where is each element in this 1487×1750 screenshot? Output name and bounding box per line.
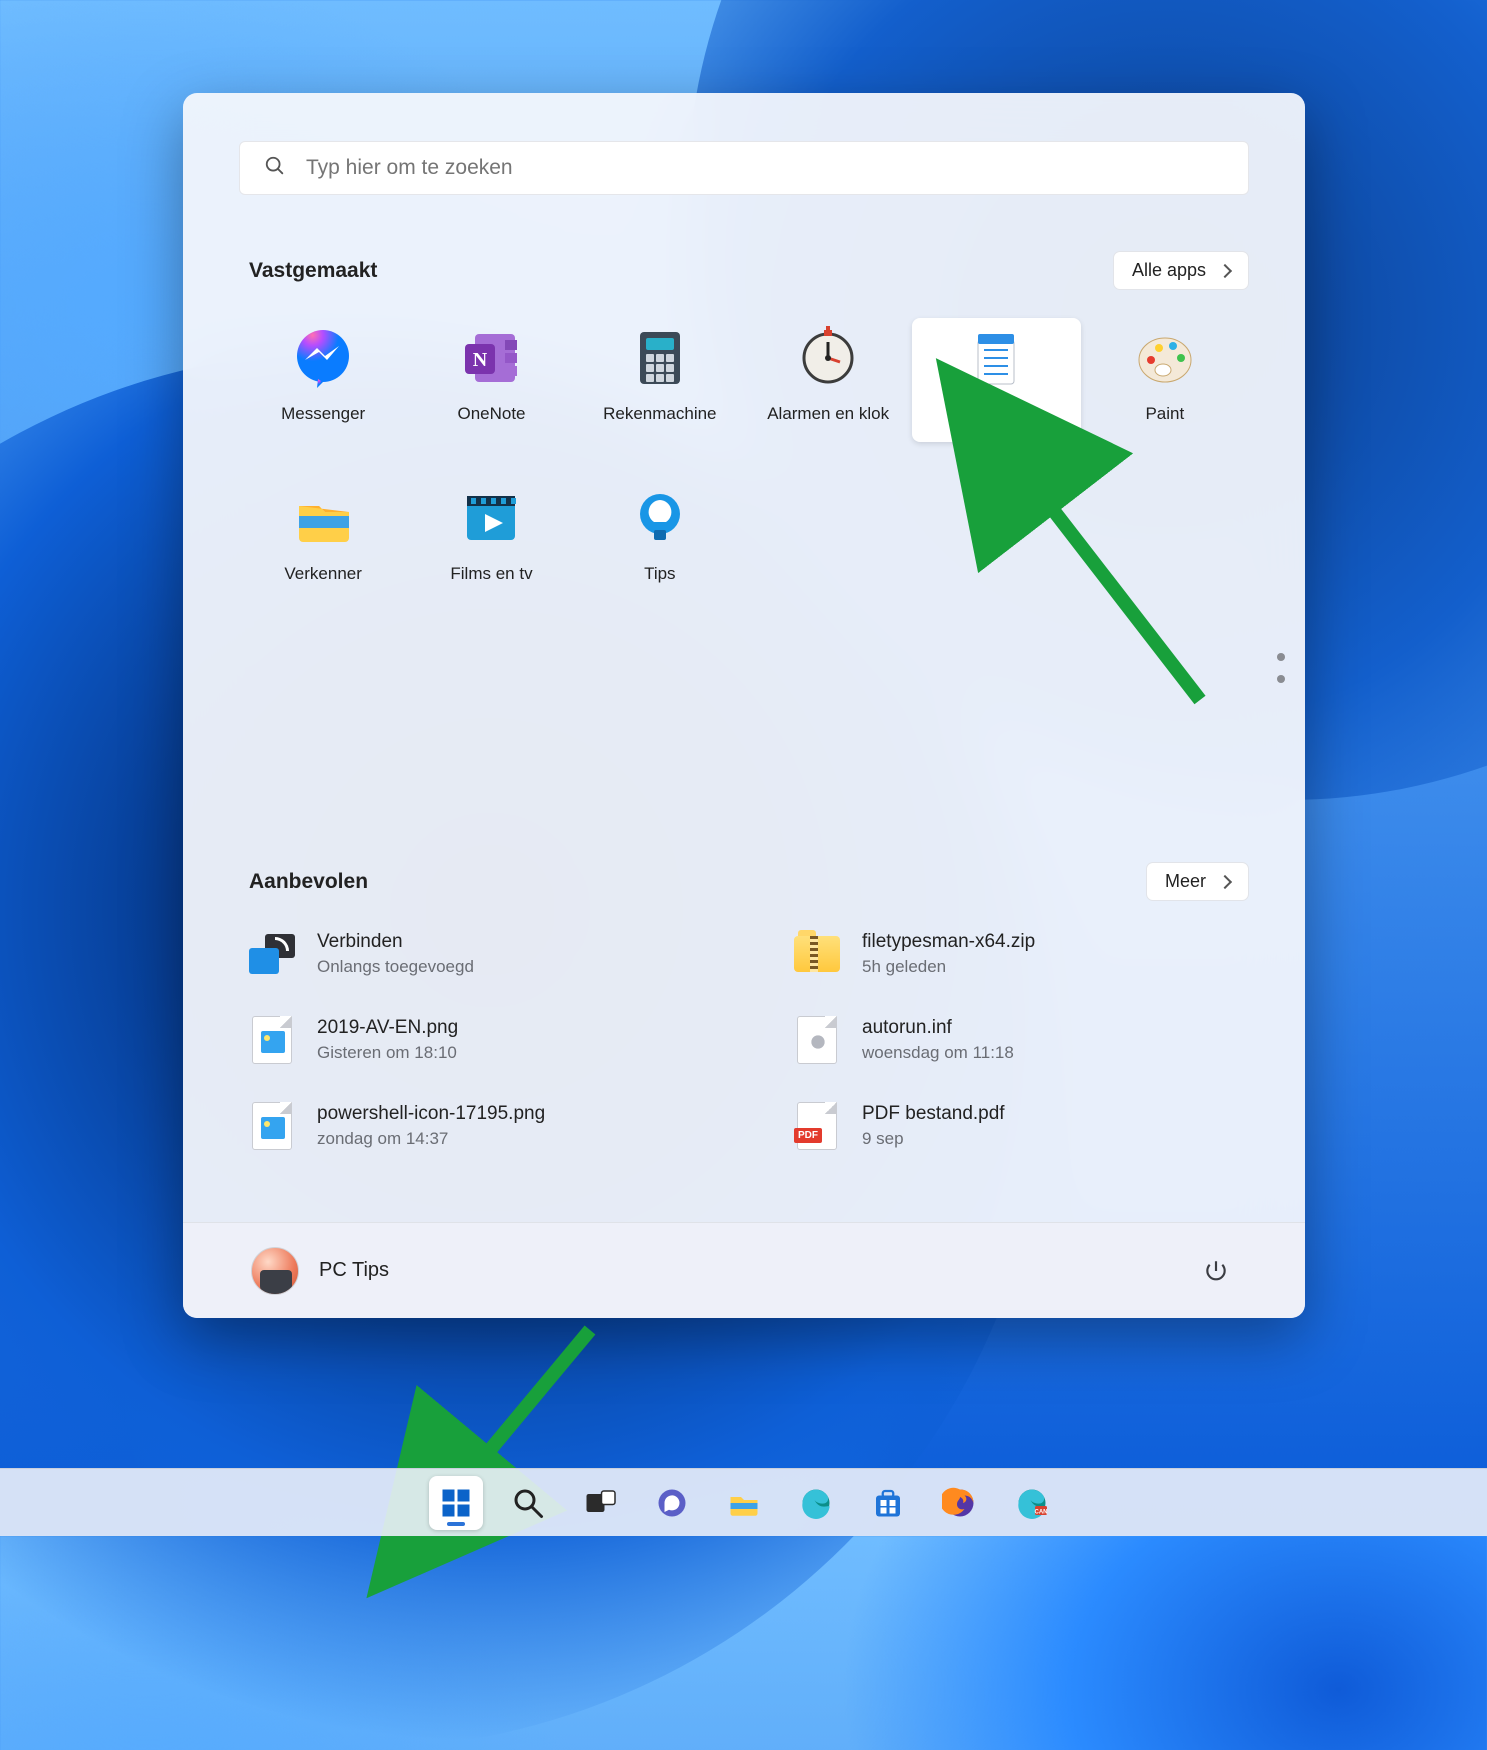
recommended-item-subtitle: Onlangs toegevoegd (317, 957, 474, 977)
recommended-item[interactable]: powershell-icon-17195.png zondag om 14:3… (249, 1103, 704, 1149)
tips-icon (628, 486, 692, 550)
taskview-button[interactable] (573, 1476, 627, 1530)
pinned-grid: Messenger N OneNote Rekenmachine Alarmen … (239, 318, 1249, 602)
search-box[interactable] (239, 141, 1249, 195)
pinned-app-label: Verkenner (284, 564, 362, 584)
chevron-right-icon (1218, 874, 1232, 888)
recommended-item-title: Verbinden (317, 931, 474, 953)
image-icon (249, 1103, 295, 1149)
chat-button[interactable] (645, 1476, 699, 1530)
calculator-icon (628, 326, 692, 390)
more-button[interactable]: Meer (1146, 862, 1249, 901)
user-account-button[interactable]: PC Tips (251, 1247, 389, 1295)
recommended-item-title: powershell-icon-17195.png (317, 1103, 545, 1125)
recommended-item[interactable]: filetypesman-x64.zip 5h geleden (794, 931, 1249, 977)
pinned-app-films-en-tv[interactable]: Films en tv (407, 478, 575, 602)
gear-icon (794, 1017, 840, 1063)
pinned-app-label: OneNote (457, 404, 525, 424)
pinned-app-rekenmachine[interactable]: Rekenmachine (576, 318, 744, 442)
recommended-item-title: 2019-AV-EN.png (317, 1017, 458, 1039)
pinned-app-paint[interactable]: Paint (1081, 318, 1249, 442)
pinned-app-label: Messenger (281, 404, 365, 424)
start-footer: PC Tips (183, 1222, 1305, 1318)
pinned-app-alarmen-en-klok[interactable]: Alarmen en klok (744, 318, 912, 442)
pdf-icon: PDF (794, 1103, 840, 1149)
onenote-icon: N (459, 326, 523, 390)
pinned-app-kladblok[interactable]: Kladblok (912, 318, 1080, 442)
movies-icon (459, 486, 523, 550)
all-apps-label: Alle apps (1132, 260, 1206, 281)
chevron-right-icon (1218, 263, 1232, 277)
search-icon (264, 155, 286, 182)
start-menu: Vastgemaakt Alle apps Messenger N OneNote… (183, 93, 1305, 1318)
pinned-app-label: Alarmen en klok (767, 404, 889, 424)
clock-icon (796, 326, 860, 390)
edge-canary-button[interactable]: CAN (1005, 1476, 1059, 1530)
store-button[interactable] (861, 1476, 915, 1530)
search-input[interactable] (306, 156, 1224, 180)
start-button[interactable] (429, 1476, 483, 1530)
recommended-item-title: filetypesman-x64.zip (862, 931, 1035, 953)
recommended-item[interactable]: 2019-AV-EN.png Gisteren om 18:10 (249, 1017, 704, 1063)
pinned-title: Vastgemaakt (239, 259, 377, 283)
recommended-item-title: autorun.inf (862, 1017, 1014, 1039)
more-label: Meer (1165, 871, 1206, 892)
svg-text:CAN: CAN (1034, 1509, 1047, 1515)
pinned-app-onenote[interactable]: N OneNote (407, 318, 575, 442)
all-apps-button[interactable]: Alle apps (1113, 251, 1249, 290)
explorer-icon (291, 486, 355, 550)
image-icon (249, 1017, 295, 1063)
notepad-icon (964, 326, 1028, 390)
pinned-app-messenger[interactable]: Messenger (239, 318, 407, 442)
recommended-item-subtitle: 9 sep (862, 1129, 1005, 1149)
recommended-item[interactable]: autorun.inf woensdag om 11:18 (794, 1017, 1249, 1063)
pinned-app-label: Rekenmachine (603, 404, 716, 424)
pinned-app-label: Films en tv (450, 564, 532, 584)
pinned-app-label: Paint (1145, 404, 1184, 424)
pinned-app-label: Kladblok (964, 404, 1029, 424)
recommended-item-subtitle: woensdag om 11:18 (862, 1043, 1014, 1063)
svg-text:N: N (473, 349, 488, 371)
pinned-app-verkenner[interactable]: Verkenner (239, 478, 407, 602)
paint-icon (1133, 326, 1197, 390)
page-indicator[interactable] (1277, 653, 1285, 683)
taskbar: CAN (0, 1468, 1487, 1536)
avatar (251, 1247, 299, 1295)
recommended-item-subtitle: 5h geleden (862, 957, 1035, 977)
pinned-header: Vastgemaakt Alle apps (239, 251, 1249, 290)
search-button[interactable] (501, 1476, 555, 1530)
recommended-item-subtitle: zondag om 14:37 (317, 1129, 545, 1149)
explorer-button[interactable] (717, 1476, 771, 1530)
recommended-item[interactable]: Verbinden Onlangs toegevoegd (249, 931, 704, 977)
pinned-app-label: Tips (644, 564, 676, 584)
recommended-grid: Verbinden Onlangs toegevoegd filetypesma… (239, 931, 1249, 1149)
recommended-item-subtitle: Gisteren om 18:10 (317, 1043, 458, 1063)
recommended-item-title: PDF bestand.pdf (862, 1103, 1005, 1125)
username-label: PC Tips (319, 1259, 389, 1282)
messenger-icon (291, 326, 355, 390)
recommended-header: Aanbevolen Meer (239, 862, 1249, 901)
recommended-title: Aanbevolen (239, 870, 368, 894)
pinned-app-tips[interactable]: Tips (576, 478, 744, 602)
connect-icon (249, 931, 295, 977)
power-button[interactable] (1195, 1250, 1237, 1292)
recommended-item[interactable]: PDF PDF bestand.pdf 9 sep (794, 1103, 1249, 1149)
edge-button[interactable] (789, 1476, 843, 1530)
firefox-button[interactable] (933, 1476, 987, 1530)
zip-icon (794, 931, 840, 977)
power-icon (1203, 1258, 1229, 1284)
